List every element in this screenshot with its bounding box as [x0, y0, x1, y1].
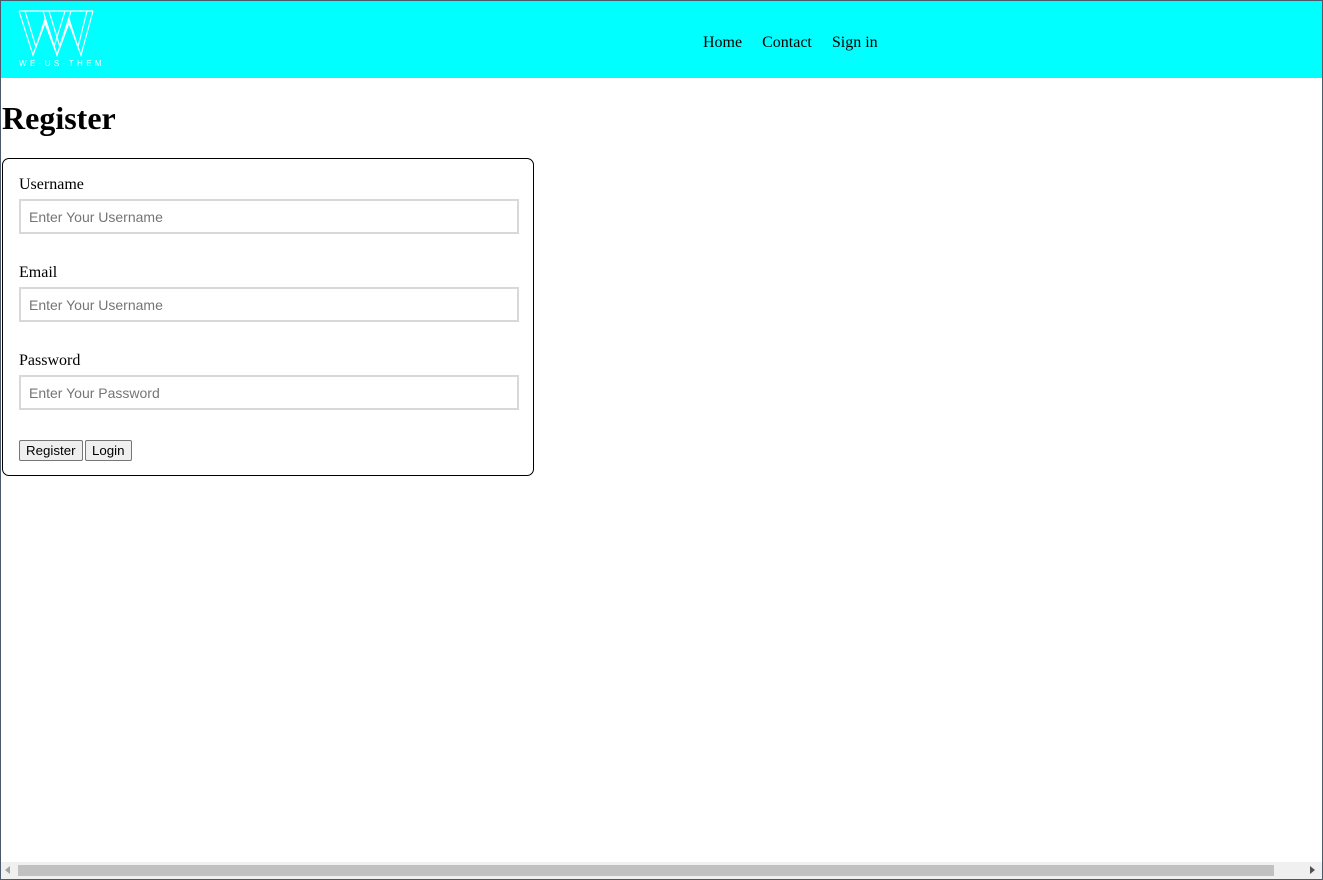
email-label: Email [19, 264, 58, 281]
nav-contact-link[interactable]: Contact [760, 34, 814, 52]
nav-sign-in-link[interactable]: Sign in [830, 34, 880, 52]
site-header: WE·US·THEM Home Contact Sign in [1, 1, 1322, 78]
username-input[interactable] [19, 199, 519, 234]
w-logo-icon [18, 10, 94, 57]
site-logo[interactable]: WE·US·THEM [17, 9, 105, 73]
main-nav: Home Contact Sign in [701, 34, 896, 52]
scrollbar-thumb[interactable] [18, 865, 1274, 876]
page-title: Register [2, 100, 116, 136]
scroll-left-arrow-icon[interactable] [5, 866, 10, 874]
scroll-right-arrow-icon[interactable] [1310, 866, 1315, 874]
register-button[interactable]: Register [19, 440, 83, 461]
register-form: Username Email Password Register Login [2, 158, 534, 476]
email-input[interactable] [19, 287, 519, 322]
browser-viewport: WE·US·THEM Home Contact Sign in Register… [0, 0, 1323, 880]
nav-home-link[interactable]: Home [701, 34, 744, 52]
logo-tagline: WE·US·THEM [19, 59, 105, 68]
password-label: Password [19, 352, 81, 369]
horizontal-scrollbar[interactable] [1, 862, 1322, 879]
password-input[interactable] [19, 375, 519, 410]
login-button[interactable]: Login [85, 440, 132, 461]
username-label: Username [19, 176, 84, 193]
